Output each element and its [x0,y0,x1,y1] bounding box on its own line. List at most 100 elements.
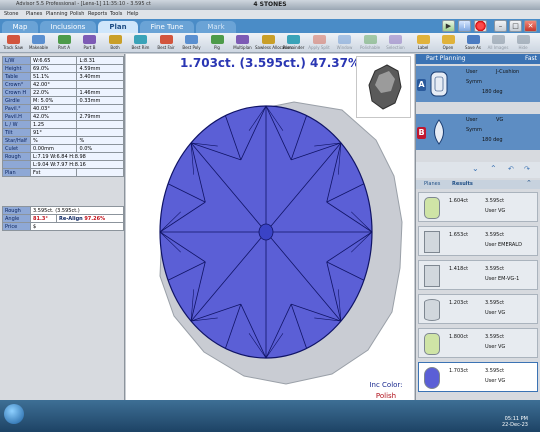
toolbar-button-saw[interactable]: Track Saw [0,35,26,52]
redo-icon[interactable]: ↷ [524,165,530,173]
menu-help[interactable]: Help [127,11,138,17]
toolbar-button-images[interactable]: All Images [485,35,511,52]
toolbar-button-best-fair[interactable]: Best Fair [153,35,179,52]
angle-value[interactable]: 81.3° [30,214,57,223]
property-value[interactable]: 91° [29,128,78,137]
menu-reports[interactable]: Reports [88,11,107,17]
result-list-item[interactable]: 1.653ct 3.595ct User EMERALD [418,226,538,256]
property-value[interactable]: Fst [29,168,78,177]
tab-planes[interactable]: Planes [424,181,440,187]
close-button[interactable]: ✕ [524,20,537,32]
record-icon[interactable] [474,20,487,32]
result-list-item[interactable]: 1.703ct 3.595ct User VG [418,362,538,392]
result-list-item[interactable]: 1.418ct 3.595ct User EM-VG-1 [418,260,538,290]
toolbar-button-multiplan[interactable]: Multiplan [230,35,256,52]
toolbar-button-hide[interactable]: Hide [510,35,536,52]
property-value[interactable]: 51.1% [29,72,78,81]
property-label: Height [2,64,31,73]
toolbar-button-window[interactable]: Window [332,35,358,52]
toolbar-button-sawless[interactable]: Sawless Allocation [255,35,292,52]
minimize-button[interactable]: – [494,20,507,32]
plan-info-a: User J-Cushion Symm 180 deg [452,66,538,102]
property-value[interactable]: W:6.65 [29,56,78,65]
result-list-item[interactable]: 1.800ct 3.595ct User VG [418,328,538,358]
property-value-secondary[interactable]: % [76,136,124,145]
toolbar-button-best-poly[interactable]: Best Poly [179,35,205,52]
property-value[interactable]: 1.25 [29,120,78,129]
plan-row-a[interactable]: A User J-Cushion Symm 180 deg [416,66,540,102]
property-value-secondary[interactable]: 2.79mm [76,112,124,121]
toolbar-button-open[interactable]: Open [435,35,461,52]
info-icon[interactable]: i [458,20,471,32]
property-value-secondary[interactable]: 3.40mm [76,72,124,81]
property-row: Height 69.0% 4.59mm [2,64,124,73]
undo-icon[interactable]: ↶ [508,165,514,173]
property-value[interactable]: 42.00° [29,80,78,89]
toolbar-button-selection[interactable]: Selection [383,35,409,52]
toolbar-button-part-a[interactable]: Part A [51,35,77,52]
property-value[interactable]: 40.03° [29,104,78,113]
property-value-secondary[interactable] [76,128,124,137]
result-list-item[interactable]: 1.604ct 3.595ct User VG [418,192,538,222]
tab-plan[interactable]: Plan [98,21,138,33]
mode-label[interactable]: Fast [525,54,537,64]
toolbar-button-remainder[interactable]: Remainder [281,35,307,52]
maximize-button[interactable]: □ [509,20,522,32]
tab-mark[interactable]: Mark [196,21,236,33]
property-value[interactable]: L:7.19 W:6.84 H:8.98 [30,152,124,161]
chevron-up-icon[interactable]: ⌃ [490,164,497,173]
menu-polish[interactable]: Polish [70,11,84,17]
tab-inclusions[interactable]: Inclusions [40,21,96,33]
toolbar-button-makeable[interactable]: Makeable [26,35,52,52]
menu-stone[interactable]: Stone [4,11,18,17]
property-value[interactable]: M: 5.0% [29,96,78,105]
toolbar-button-apply-split[interactable]: Apply Split [306,35,332,52]
realign-label[interactable]: Re-Align [59,216,83,222]
rough-thumbnail[interactable] [356,56,411,118]
toolbar-button-best-rim[interactable]: Best Rim [128,35,154,52]
property-value-secondary[interactable]: 0.33mm [76,96,124,105]
realign-cell[interactable]: Re-Align 97.26% [55,214,125,223]
property-value[interactable]: 22.0% [29,88,78,97]
result-list-item[interactable]: 1.203ct 3.595ct User VG [418,294,538,324]
property-label: Crown H [2,88,31,97]
properties-table: L/W W:6.65 L:8.31 Height 69.0% 4.59mm Table 51.… [2,56,124,177]
property-value-secondary[interactable] [76,168,124,177]
property-value-secondary[interactable]: 1.46mm [76,88,124,97]
menu-planning[interactable]: Planning [46,11,68,17]
play-icon[interactable]: ▶ [442,20,455,32]
menu-tools[interactable]: Tools [110,11,122,17]
menu-planes[interactable]: Planes [26,11,42,17]
property-value[interactable]: % [29,136,78,145]
property-row: Pavil.H 42.0% 2.79mm [2,112,124,121]
property-value-secondary[interactable] [76,120,124,129]
toolbar-button-polishable[interactable]: Polishable [357,35,383,52]
property-value[interactable]: 0.00mm [29,144,78,153]
property-value[interactable]: L:9.04 W:7.97 H:8.16 [30,160,124,169]
tab-fine-tune[interactable]: Fine Tune [140,21,194,33]
start-button[interactable] [4,404,24,424]
property-value[interactable]: 69.0% [29,64,78,73]
toolbar-button-part-b[interactable]: Part B [77,35,103,52]
property-value-secondary[interactable] [76,80,124,89]
stone-3d-view[interactable]: 1.703ct. (3.595ct.) 47.37% Inc Color: Po… [126,54,414,400]
oval-gem[interactable] [159,105,373,359]
toolbar-button-label: Selection [386,45,405,50]
tab-results[interactable]: Results [452,181,473,187]
tab-map[interactable]: Map [2,21,38,33]
price-value[interactable]: $ [30,222,124,231]
property-value-secondary[interactable] [76,104,124,113]
property-value-secondary[interactable]: L:8.31 [76,56,124,65]
property-value-secondary[interactable]: 4.59mm [76,64,124,73]
toolbar-button-save-as[interactable]: Save As [460,35,486,52]
chevron-down-icon[interactable]: ⌄ [472,164,479,173]
inc-color-value[interactable]: Polish [361,392,411,400]
window-title: 4 STONES [253,1,287,8]
toolbar-button-both[interactable]: Both [102,35,128,52]
toolbar-button-label[interactable]: Label [410,35,436,52]
property-value[interactable]: 42.0% [29,112,78,121]
property-value-secondary[interactable]: 0.0% [76,144,124,153]
toolbar-button-pig[interactable]: Pig [204,35,230,52]
collapse-icon[interactable]: ⌃ [526,179,532,187]
plan-row-b[interactable]: B User VG Symm 180 deg [416,114,540,150]
